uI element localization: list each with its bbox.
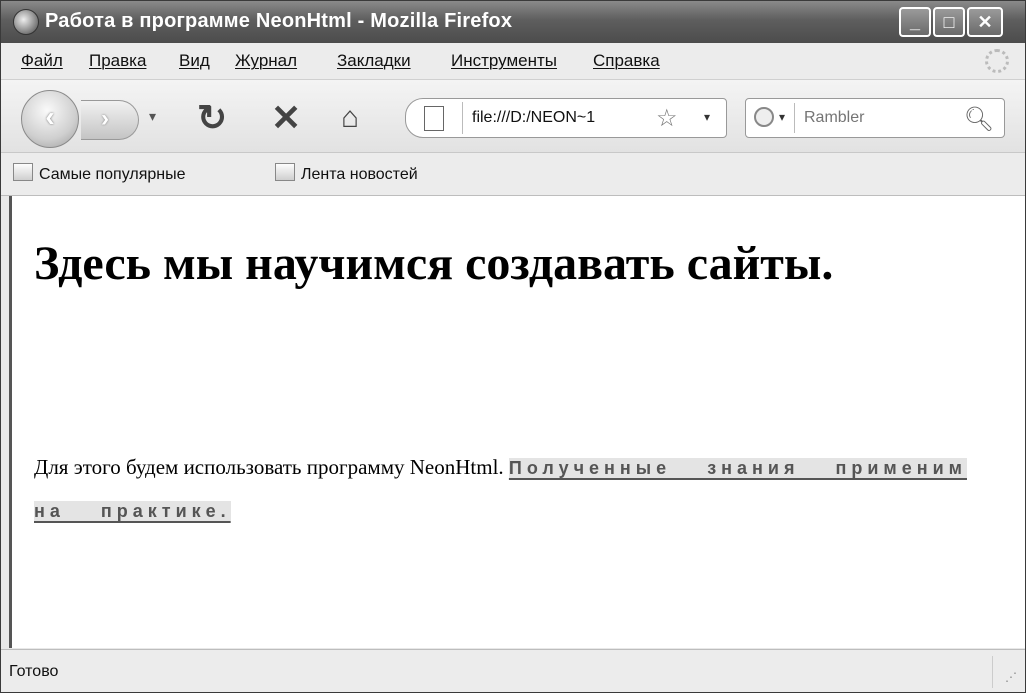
search-separator (794, 103, 795, 133)
navigation-toolbar: ‹ › ▾ ↻ ✕ ⌂ file:///D:/NEON~1 ☆ ▾ ▾ 🔍︎ (1, 80, 1025, 153)
menu-history[interactable]: Журнал (235, 51, 297, 71)
bookmarks-toolbar: Самые популярные Лента новостей (1, 153, 1025, 196)
rss-feed-icon (275, 163, 295, 181)
forward-button[interactable]: › (81, 100, 139, 140)
menu-bar: Файл Правка Вид Журнал Закладки Инструме… (1, 43, 1025, 80)
search-engine-dropdown-icon[interactable]: ▾ (779, 110, 785, 124)
url-text[interactable]: file:///D:/NEON~1 (472, 109, 595, 127)
menu-file[interactable]: Файл (21, 51, 63, 71)
menu-help[interactable]: Справка (593, 51, 660, 71)
page-icon (424, 106, 444, 131)
forward-arrow-icon: › (101, 105, 109, 132)
menu-edit[interactable]: Правка (89, 51, 146, 71)
bookmark-label: Самые популярные (39, 166, 186, 183)
menu-bookmarks[interactable]: Закладки (337, 51, 411, 71)
page-heading: Здесь мы научимся создавать сайты. (34, 237, 834, 290)
search-engine-icon[interactable] (754, 107, 774, 127)
minimize-icon: _ (909, 12, 920, 32)
minimize-button[interactable]: _ (899, 7, 931, 37)
status-bar: Готово ⋰ (1, 649, 1025, 692)
resize-grip[interactable]: ⋰ (992, 656, 1021, 688)
maximize-icon: □ (943, 12, 955, 32)
paragraph-text: Для этого будем использовать программу N… (34, 455, 504, 479)
title-bar[interactable]: Работа в программе NeonHtml - Mozilla Fi… (1, 1, 1025, 43)
search-bar[interactable]: ▾ 🔍︎ (745, 98, 1005, 138)
history-dropdown-icon[interactable]: ▾ (149, 108, 156, 125)
menu-view[interactable]: Вид (179, 51, 210, 71)
home-icon[interactable]: ⌂ (341, 98, 359, 138)
bookmark-label: Лента новостей (301, 166, 418, 183)
window-title: Работа в программе NeonHtml - Mozilla Fi… (45, 10, 513, 32)
bookmark-news-feed[interactable]: Лента новостей (275, 163, 418, 184)
folder-icon (13, 163, 33, 181)
page-content: Здесь мы научимся создавать сайты. Для э… (9, 196, 1025, 648)
bookmark-star-icon[interactable]: ☆ (656, 104, 678, 133)
bookmark-most-visited[interactable]: Самые популярные (13, 163, 185, 184)
search-input[interactable] (804, 106, 954, 130)
resize-grip-icon: ⋰ (1005, 670, 1017, 684)
url-dropdown-icon[interactable]: ▾ (704, 110, 710, 124)
maximize-button[interactable]: □ (933, 7, 965, 37)
url-bar[interactable]: file:///D:/NEON~1 ☆ ▾ (405, 98, 727, 138)
status-text: Готово (9, 663, 59, 680)
firefox-logo-icon (13, 9, 39, 35)
back-button[interactable]: ‹ (21, 90, 79, 148)
reload-icon[interactable]: ↻ (197, 98, 227, 138)
activity-throbber-icon (985, 49, 1009, 73)
menu-tools[interactable]: Инструменты (451, 51, 557, 71)
close-button[interactable]: ✕ (967, 7, 1003, 37)
page-paragraph: Для этого будем использовать программу N… (34, 446, 994, 532)
url-separator (462, 102, 463, 134)
stop-icon[interactable]: ✕ (271, 98, 301, 138)
browser-window: Работа в программе NeonHtml - Mozilla Fi… (0, 0, 1026, 693)
close-icon: ✕ (977, 12, 993, 32)
search-icon[interactable]: 🔍︎ (964, 105, 994, 134)
back-arrow-icon: ‹ (45, 101, 55, 132)
